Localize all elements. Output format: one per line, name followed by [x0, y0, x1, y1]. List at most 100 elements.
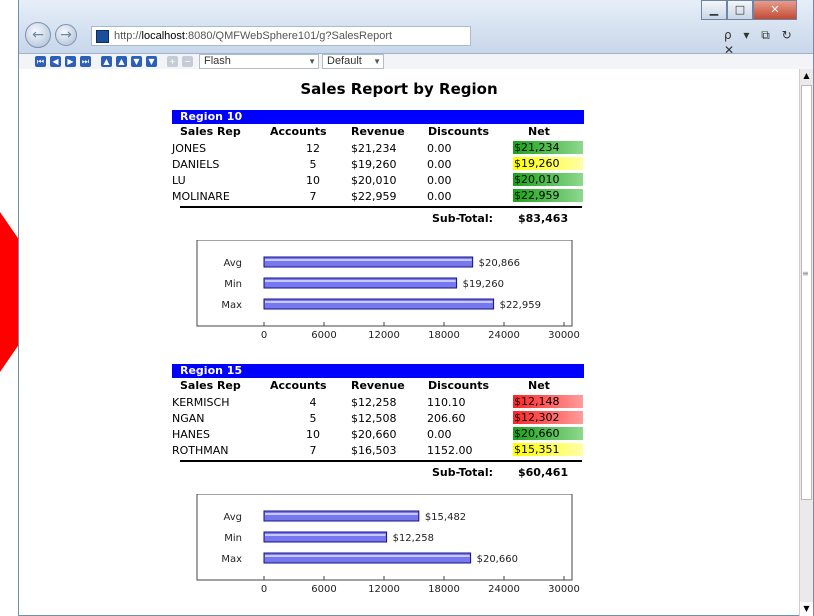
- cell-revenue: $20,660: [351, 428, 397, 441]
- cell-net: $20,010: [513, 173, 583, 186]
- cell-revenue: $19,260: [351, 158, 397, 171]
- cell-accounts: 7: [309, 190, 317, 203]
- zoom-out-icon[interactable]: −: [182, 56, 193, 67]
- subtotal-label: Sub-Total:: [432, 466, 494, 479]
- prev-page-icon[interactable]: ◀: [50, 56, 61, 67]
- x-tick-label: 30000: [548, 584, 580, 595]
- cell-discounts: 206.60: [427, 412, 466, 425]
- category-label: Avg: [223, 512, 242, 523]
- table-row: HANES 10 $20,660 0.00 $20,660: [172, 426, 584, 442]
- col-header-revenue: Revenue: [351, 379, 405, 392]
- x-tick-label: 18000: [428, 584, 460, 595]
- x-tick-label: 12000: [368, 330, 400, 341]
- minimize-button[interactable]: ▁: [701, 0, 727, 20]
- region-chart: Avg $15,482 Min $12,258 Max $20,660 0 6000 12000…: [172, 494, 584, 609]
- collapse-all-icon[interactable]: ▼: [146, 56, 157, 67]
- col-header-net: Net: [528, 379, 550, 392]
- x-tick-label: 30000: [548, 330, 580, 341]
- cell-accounts: 12: [306, 142, 320, 155]
- category-label: Avg: [223, 258, 242, 269]
- style-select-value: Default: [327, 55, 362, 67]
- cell-net: $20,660: [513, 427, 583, 440]
- bar-highlight: [265, 280, 456, 282]
- col-header-accounts: Accounts: [270, 379, 327, 392]
- cell-revenue: $12,508: [351, 412, 397, 425]
- subtotal-label: Sub-Total:: [432, 212, 494, 225]
- forward-button[interactable]: →: [55, 24, 77, 46]
- table-header: Sales Rep Accounts Revenue Discounts Net: [172, 378, 584, 394]
- col-header-rep: Sales Rep: [180, 379, 241, 392]
- cell-discounts: 1152.00: [427, 444, 473, 457]
- cell-net: $12,148: [513, 395, 583, 408]
- forward-arrow-icon: →: [60, 27, 72, 43]
- category-label: Max: [221, 554, 242, 565]
- bar-highlight: [265, 259, 472, 261]
- address-controls[interactable]: ρ ▾ ⧉ ↻ ✕: [724, 28, 813, 57]
- cell-net: $15,351: [513, 443, 583, 456]
- browser-window: ▁ □ ✕ ← → http://localhost:8080/QMFWebSp…: [18, 0, 814, 616]
- back-arrow-icon: ←: [32, 27, 44, 43]
- subtotal-value: $83,463: [518, 212, 569, 225]
- first-page-icon[interactable]: ⏮: [35, 56, 46, 67]
- scroll-thumb[interactable]: [801, 85, 812, 500]
- next-page-icon[interactable]: ▶: [65, 56, 76, 67]
- vertical-scrollbar[interactable]: ▲ ≡ ▼: [799, 69, 813, 616]
- bar-chart-svg: Avg $15,482 Min $12,258 Max $20,660 0 6000 12000…: [196, 494, 580, 595]
- x-tick-label: 12000: [368, 584, 400, 595]
- collapse-icon[interactable]: ▼: [131, 56, 142, 67]
- format-select[interactable]: Flash ▼: [199, 54, 319, 69]
- scroll-grip-icon: ≡: [802, 269, 809, 278]
- col-header-revenue: Revenue: [351, 125, 405, 138]
- expand-all-icon[interactable]: ▲: [101, 56, 112, 67]
- scroll-up-icon[interactable]: ▲: [800, 69, 813, 83]
- data-label: $19,260: [463, 279, 504, 290]
- last-page-icon[interactable]: ⏭: [80, 56, 91, 67]
- col-header-discounts: Discounts: [428, 379, 489, 392]
- table-row: NGAN 5 $12,508 206.60 $12,302: [172, 410, 584, 426]
- close-button[interactable]: ✕: [753, 0, 797, 20]
- bar-chart-svg: Avg $20,866 Min $19,260 Max $22,959 0 6000 12000…: [196, 240, 580, 341]
- x-tick-label: 24000: [488, 330, 520, 341]
- back-button[interactable]: ←: [25, 22, 51, 48]
- address-bar[interactable]: http://localhost:8080/QMFWebSphere101/g?…: [91, 26, 471, 46]
- cell-rep: NGAN: [172, 412, 205, 425]
- style-select[interactable]: Default ▼: [322, 54, 384, 69]
- x-tick-label: 18000: [428, 330, 460, 341]
- col-header-discounts: Discounts: [428, 125, 489, 138]
- subtotal-value: $60,461: [518, 466, 569, 479]
- region-header: Region 15: [172, 364, 584, 378]
- bar-highlight: [265, 534, 386, 536]
- cell-discounts: 0.00: [427, 158, 452, 171]
- category-label: Min: [224, 533, 242, 544]
- title-bar: ▁ □ ✕ ← → http://localhost:8080/QMFWebSp…: [19, 0, 813, 57]
- x-tick-label: 6000: [311, 584, 336, 595]
- report-toolbar: ⏮ ◀ ▶ ⏭ ▲ ▲ ▼ ▼ + − Flash ▼ Default ▼: [19, 54, 813, 69]
- maximize-button[interactable]: □: [727, 0, 753, 20]
- cell-net: $21,234: [513, 141, 583, 154]
- cell-accounts: 7: [309, 444, 317, 457]
- category-label: Min: [224, 279, 242, 290]
- col-header-accounts: Accounts: [270, 125, 327, 138]
- cell-revenue: $20,010: [351, 174, 397, 187]
- cell-rep: ROTHMAN: [172, 444, 229, 457]
- cell-discounts: 0.00: [427, 190, 452, 203]
- cell-accounts: 10: [306, 428, 320, 441]
- scroll-down-icon[interactable]: ▼: [800, 602, 813, 616]
- data-label: $20,660: [477, 554, 518, 565]
- address-host: localhost: [141, 30, 185, 42]
- x-tick-label: 6000: [311, 330, 336, 341]
- subtotal-row: Sub-Total: $60,461: [172, 462, 584, 480]
- zoom-in-icon[interactable]: +: [167, 56, 178, 67]
- cell-rep: DANIELS: [172, 158, 220, 171]
- bar-highlight: [265, 301, 493, 303]
- table-row: MOLINARE 7 $22,959 0.00 $22,959: [172, 188, 584, 204]
- cell-discounts: 110.10: [427, 396, 466, 409]
- report-title: Sales Report by Region: [300, 80, 498, 98]
- bar: [263, 298, 495, 310]
- region-section: Region 10 Sales Rep Accounts Revenue Dis…: [172, 110, 584, 226]
- expand-icon[interactable]: ▲: [116, 56, 127, 67]
- table-header: Sales Rep Accounts Revenue Discounts Net: [172, 124, 584, 140]
- table-row: JONES 12 $21,234 0.00 $21,234: [172, 140, 584, 156]
- cell-revenue: $12,258: [351, 396, 397, 409]
- cell-net: $22,959: [513, 189, 583, 202]
